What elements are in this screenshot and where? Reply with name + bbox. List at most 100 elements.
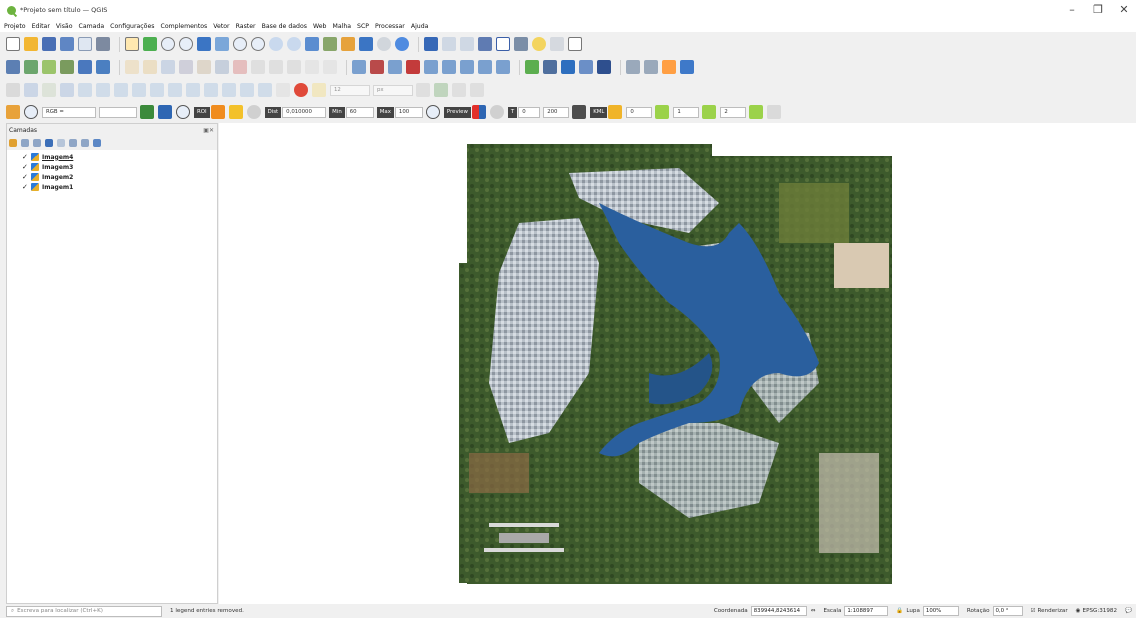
expand-all-icon[interactable] — [69, 139, 77, 147]
map-tips-icon[interactable] — [532, 37, 546, 51]
layer-item-imagem3[interactable]: ✓ Imagem3 — [7, 162, 217, 172]
zoom-next-icon[interactable] — [287, 37, 301, 51]
remove-layer-icon[interactable] — [93, 139, 101, 147]
add-group-icon[interactable] — [21, 139, 29, 147]
redo-roi-icon[interactable] — [246, 105, 261, 119]
layer-item-imagem4[interactable]: ✓ Imagem4 — [7, 152, 217, 162]
new-3d-view-icon[interactable] — [323, 37, 337, 51]
render-checkbox[interactable]: ☑ — [1031, 608, 1036, 614]
scp-band-calc-icon[interactable] — [561, 60, 575, 74]
layer-visibility-checkbox[interactable]: ✓ — [22, 164, 28, 171]
edit-raster-4-icon[interactable] — [749, 105, 764, 119]
zoom-to-preview-icon[interactable] — [425, 105, 440, 119]
scp-main-icon[interactable] — [6, 105, 20, 119]
layer-visibility-checkbox[interactable]: ✓ — [22, 184, 28, 191]
zoom-out-icon[interactable] — [179, 37, 193, 51]
menu-scp[interactable]: SCP — [357, 23, 369, 30]
dist-input[interactable]: 0,010000 — [282, 106, 327, 118]
crs-globe-icon[interactable]: ◉ — [1076, 608, 1081, 614]
coordinate-field[interactable]: 839944,8243614 — [750, 606, 807, 616]
scp-preview-icon[interactable] — [680, 60, 694, 74]
zoom-native-icon[interactable] — [251, 37, 265, 51]
tolerance-input[interactable]: 12 — [330, 84, 370, 96]
add-raster-layer-icon[interactable] — [60, 60, 74, 74]
new-project-icon[interactable] — [6, 37, 20, 51]
redo-preview-icon[interactable] — [489, 105, 504, 119]
max-input[interactable]: 100 — [394, 106, 423, 118]
data-source-manager-icon[interactable] — [6, 60, 20, 74]
local-std-stretch-icon[interactable] — [158, 105, 172, 119]
save-project-icon[interactable] — [42, 37, 56, 51]
highlight-pinned-icon[interactable] — [388, 60, 402, 74]
layer-item-imagem2[interactable]: ✓ Imagem2 — [7, 172, 217, 182]
add-vector-layer-icon[interactable] — [42, 60, 56, 74]
save-as-icon[interactable] — [60, 37, 74, 51]
temporal-controller-icon[interactable] — [377, 37, 391, 51]
roi-toggle[interactable]: ROI — [194, 106, 210, 118]
print-layout-icon[interactable] — [78, 37, 92, 51]
zoom-to-roi-icon[interactable] — [176, 105, 190, 119]
minimize-button[interactable]: – — [1062, 3, 1082, 16]
transparency-input[interactable]: 0 — [518, 106, 541, 118]
new-map-view-icon[interactable] — [305, 37, 319, 51]
menu-malha[interactable]: Malha — [332, 23, 351, 30]
add-mesh-layer-icon[interactable] — [78, 60, 92, 74]
magnifier-field[interactable]: 100% — [922, 606, 959, 616]
scp-plot-icon[interactable] — [597, 60, 611, 74]
pin-label-icon[interactable] — [370, 60, 384, 74]
pan-hand-icon[interactable] — [125, 37, 139, 51]
locator-search-input[interactable]: ⌕ Escreva para localizar (Ctrl+K) — [6, 605, 162, 617]
panel-float-close-icon[interactable]: ▣✕ — [203, 127, 214, 134]
scp-roi-icon[interactable] — [579, 60, 593, 74]
edit-value-3-input[interactable]: 2 — [720, 106, 747, 118]
identify-features-icon[interactable] — [424, 37, 438, 51]
open-project-icon[interactable] — [24, 37, 38, 51]
edit-value-1-input[interactable]: 0 — [626, 106, 653, 118]
create-roi-icon[interactable] — [210, 105, 225, 119]
open-layer-styling-icon[interactable] — [9, 139, 17, 147]
local-cumulative-stretch-icon[interactable] — [140, 105, 154, 119]
menu-vetor[interactable]: Vetor — [213, 23, 229, 30]
rgb-combo[interactable] — [99, 106, 137, 118]
pan-to-selection-icon[interactable] — [143, 37, 157, 51]
crs-label[interactable]: EPSG:31982 — [1083, 608, 1117, 614]
enable-tracing-icon[interactable] — [294, 83, 308, 97]
menu-base-de-dados[interactable]: Base de dados — [262, 23, 307, 30]
map-canvas[interactable] — [219, 123, 1136, 604]
layer-item-imagem1[interactable]: ✓ Imagem1 — [7, 182, 217, 192]
sum-icon[interactable] — [496, 37, 510, 51]
menu-raster[interactable]: Raster — [236, 23, 256, 30]
scp-move-icon[interactable] — [644, 60, 658, 74]
label-properties-icon[interactable] — [478, 60, 492, 74]
min-input[interactable]: 60 — [345, 106, 374, 118]
edit-value-2-input[interactable]: 1 — [673, 106, 700, 118]
move-label-icon[interactable] — [424, 60, 438, 74]
preview-size-input[interactable]: 200 — [543, 106, 570, 118]
tolerance-unit-select[interactable]: px — [373, 84, 413, 96]
layer-visibility-checkbox[interactable]: ✓ — [22, 154, 28, 161]
change-label-icon[interactable] — [460, 60, 474, 74]
remove-temp-files-icon[interactable] — [572, 105, 587, 119]
close-button[interactable]: ✕ — [1114, 3, 1134, 16]
zoom-last-icon[interactable] — [269, 37, 283, 51]
scale-field[interactable]: 1:108897 — [844, 606, 889, 616]
messages-icon[interactable]: 💬 — [1125, 608, 1132, 614]
edit-raster-3-icon[interactable] — [702, 105, 717, 119]
statistics-icon[interactable] — [478, 37, 492, 51]
scp-tree-icon[interactable] — [525, 60, 539, 74]
zoom-to-selection-icon[interactable] — [215, 37, 229, 51]
manage-map-themes-icon[interactable] — [33, 139, 41, 147]
lock-scale-icon[interactable]: 🔒 — [896, 608, 903, 614]
band-set-select[interactable]: RGB = — [42, 106, 96, 118]
menu-complementos[interactable]: Complementos — [161, 23, 208, 30]
menu-projeto[interactable]: Projeto — [4, 23, 26, 30]
measure-icon[interactable] — [514, 37, 528, 51]
filter-legend-icon[interactable] — [45, 139, 53, 147]
menu-ajuda[interactable]: Ajuda — [411, 23, 429, 30]
layout-manager-icon[interactable] — [96, 37, 110, 51]
classification-preview-icon[interactable] — [471, 105, 486, 119]
menu-camada[interactable]: Camada — [79, 23, 105, 30]
show-bookmarks-icon[interactable] — [359, 37, 373, 51]
kml-button[interactable]: KML — [590, 106, 608, 118]
label-toolbar-icon[interactable] — [352, 60, 366, 74]
